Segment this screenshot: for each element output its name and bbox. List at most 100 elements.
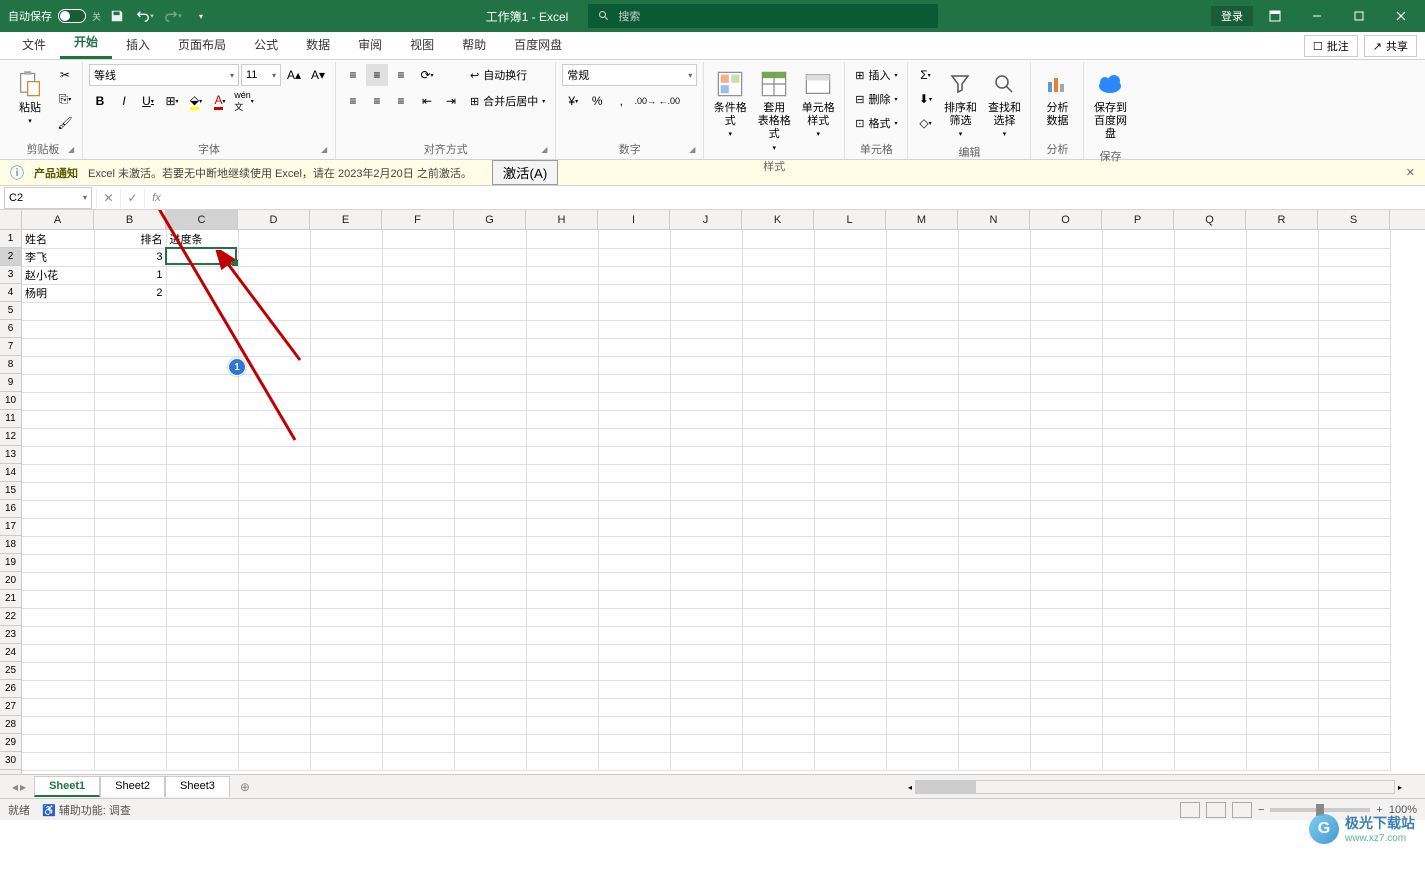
format-cells-button[interactable]: ⊡ 格式 ▾ — [851, 112, 901, 134]
borders-icon[interactable]: ⊞▾ — [161, 90, 183, 112]
cell[interactable] — [814, 716, 886, 734]
cell[interactable] — [1102, 734, 1174, 752]
cell[interactable] — [1246, 302, 1318, 320]
cell[interactable] — [814, 230, 886, 248]
col-header[interactable]: I — [598, 210, 670, 229]
cell[interactable] — [94, 392, 166, 410]
cell[interactable] — [1246, 284, 1318, 302]
cell[interactable] — [670, 266, 742, 284]
col-header[interactable]: C — [166, 210, 238, 229]
cell[interactable] — [814, 626, 886, 644]
cell[interactable] — [1102, 302, 1174, 320]
cell[interactable] — [1246, 356, 1318, 374]
row-header[interactable]: 12 — [0, 428, 21, 446]
cell[interactable] — [814, 518, 886, 536]
cell[interactable] — [382, 428, 454, 446]
bold-button[interactable]: B — [89, 90, 111, 112]
undo-icon[interactable]: ▾ — [133, 4, 157, 28]
cell[interactable] — [814, 374, 886, 392]
tab-视图[interactable]: 视图 — [396, 30, 448, 59]
cell[interactable] — [1246, 464, 1318, 482]
cell[interactable] — [742, 320, 814, 338]
login-button[interactable]: 登录 — [1211, 6, 1253, 26]
cell[interactable] — [22, 752, 94, 770]
cell[interactable] — [958, 284, 1030, 302]
cell[interactable] — [382, 464, 454, 482]
cell[interactable] — [166, 284, 238, 302]
search-input[interactable]: 搜索 — [588, 4, 938, 28]
cell[interactable] — [454, 320, 526, 338]
cell[interactable] — [1318, 320, 1390, 338]
cell[interactable] — [742, 572, 814, 590]
cell[interactable] — [238, 338, 310, 356]
cell[interactable] — [94, 608, 166, 626]
cell[interactable] — [814, 428, 886, 446]
grow-font-icon[interactable]: A▴ — [283, 64, 305, 86]
col-header[interactable]: F — [382, 210, 454, 229]
cell[interactable] — [1030, 320, 1102, 338]
cell[interactable] — [526, 572, 598, 590]
sort-filter-button[interactable]: 排序和筛选▾ — [940, 64, 980, 142]
cell[interactable] — [886, 662, 958, 680]
cell[interactable] — [1174, 518, 1246, 536]
save-baidu-button[interactable]: 保存到 百度网盘 — [1090, 64, 1130, 146]
cell[interactable] — [238, 464, 310, 482]
close-icon[interactable] — [1381, 2, 1421, 30]
cell[interactable] — [670, 248, 742, 266]
cell[interactable] — [1174, 608, 1246, 626]
cell[interactable] — [598, 464, 670, 482]
confirm-icon[interactable]: ✓ — [120, 188, 144, 208]
cell[interactable] — [1174, 572, 1246, 590]
cell[interactable] — [1246, 716, 1318, 734]
sheet-tab[interactable]: Sheet3 — [165, 776, 230, 797]
cell[interactable] — [94, 554, 166, 572]
cell[interactable] — [310, 410, 382, 428]
cell[interactable] — [310, 680, 382, 698]
cell[interactable] — [814, 554, 886, 572]
cell[interactable] — [526, 320, 598, 338]
row-header[interactable]: 14 — [0, 464, 21, 482]
cell[interactable] — [1246, 698, 1318, 716]
percent-icon[interactable]: % — [586, 90, 608, 112]
cell[interactable] — [670, 716, 742, 734]
tab-数据[interactable]: 数据 — [292, 30, 344, 59]
cell[interactable] — [670, 410, 742, 428]
cell[interactable] — [742, 446, 814, 464]
cell[interactable] — [1246, 248, 1318, 266]
cell[interactable]: 1 — [94, 266, 166, 284]
cell[interactable] — [742, 716, 814, 734]
cell[interactable] — [166, 410, 238, 428]
cell[interactable] — [22, 716, 94, 734]
cell[interactable] — [454, 734, 526, 752]
cell[interactable] — [886, 608, 958, 626]
cell[interactable] — [1174, 500, 1246, 518]
cell[interactable] — [670, 698, 742, 716]
cell-styles-button[interactable]: 单元格样式▾ — [798, 64, 838, 142]
cell[interactable] — [1102, 320, 1174, 338]
cell[interactable] — [742, 266, 814, 284]
cell[interactable] — [670, 320, 742, 338]
cell[interactable] — [22, 572, 94, 590]
cell[interactable] — [814, 464, 886, 482]
cell[interactable] — [526, 626, 598, 644]
cell[interactable] — [310, 644, 382, 662]
cell[interactable] — [1174, 644, 1246, 662]
cell[interactable] — [382, 680, 454, 698]
row-header[interactable]: 28 — [0, 716, 21, 734]
cell[interactable] — [598, 698, 670, 716]
cell[interactable] — [166, 446, 238, 464]
cell[interactable] — [94, 734, 166, 752]
cell[interactable] — [1318, 554, 1390, 572]
cell[interactable] — [814, 482, 886, 500]
cell[interactable] — [454, 266, 526, 284]
cell[interactable] — [958, 446, 1030, 464]
cell[interactable] — [310, 446, 382, 464]
cell[interactable] — [238, 716, 310, 734]
tab-插入[interactable]: 插入 — [112, 30, 164, 59]
cell[interactable]: 2 — [94, 284, 166, 302]
cell[interactable] — [1318, 230, 1390, 248]
cell[interactable] — [526, 554, 598, 572]
row-header[interactable]: 8 — [0, 356, 21, 374]
cell[interactable] — [1030, 284, 1102, 302]
cell[interactable] — [742, 626, 814, 644]
